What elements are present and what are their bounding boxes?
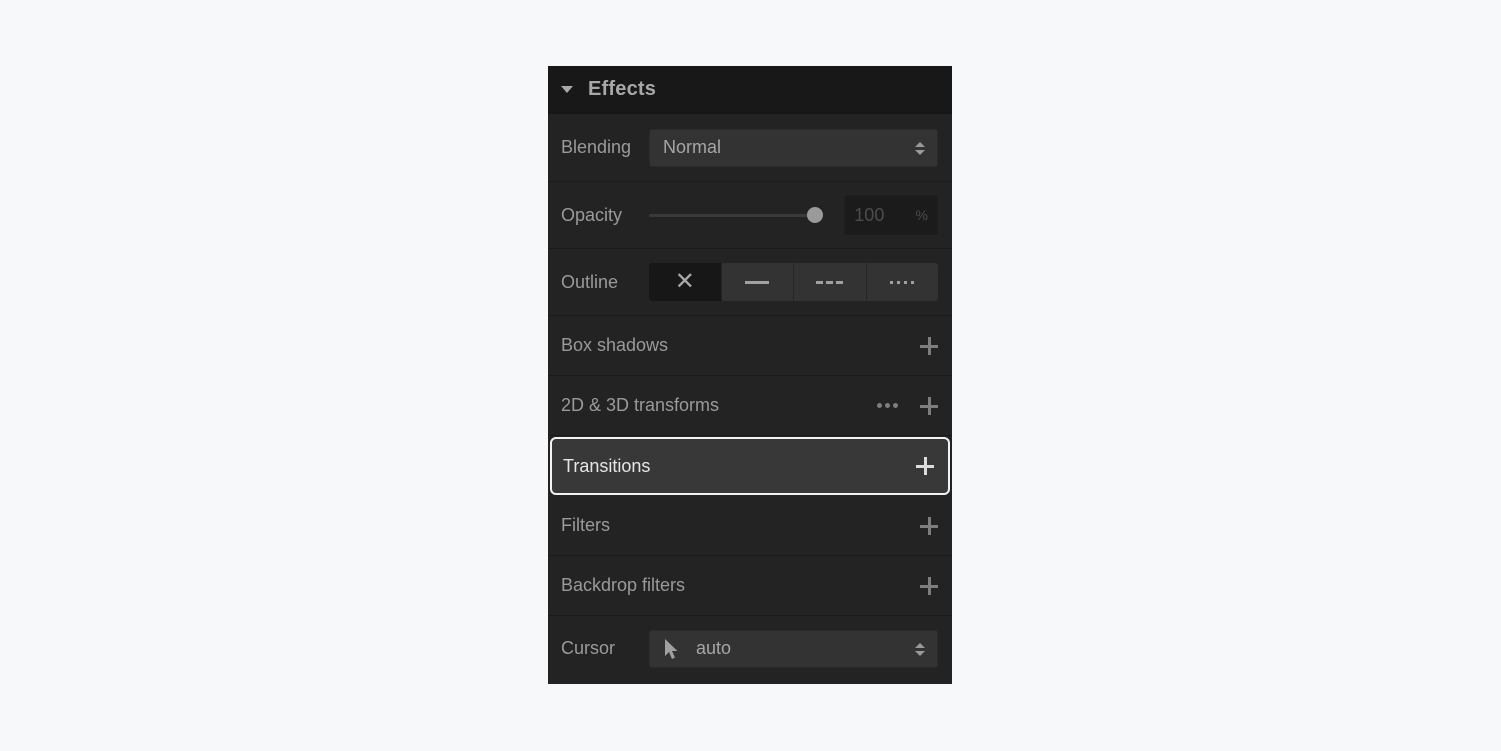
blending-value: Normal (663, 137, 722, 157)
more-icon[interactable] (877, 403, 898, 408)
plus-icon[interactable] (920, 336, 938, 355)
cursor-value: auto (696, 638, 732, 658)
blending-label: Blending (561, 137, 632, 157)
backdrop-filters-row[interactable]: Backdrop filters (548, 556, 952, 616)
opacity-input[interactable]: 100 % (844, 195, 938, 235)
outline-solid-button[interactable] (720, 263, 793, 301)
box-shadows-label: Box shadows (561, 335, 669, 355)
x-icon: ✕ (674, 268, 695, 295)
opacity-value: 100 (854, 204, 885, 225)
transforms-label: 2D & 3D transforms (561, 395, 720, 415)
dashed-line-icon (816, 280, 844, 284)
outline-dotted-button[interactable] (865, 263, 938, 301)
filters-row[interactable]: Filters (548, 496, 952, 556)
opacity-slider[interactable] (649, 206, 824, 224)
section-title: Effects (588, 78, 657, 100)
cursor-row: Cursor auto (548, 616, 952, 681)
outline-label: Outline (561, 271, 619, 292)
solid-line-icon (745, 280, 770, 284)
dotted-line-icon (889, 280, 915, 284)
transforms-row[interactable]: 2D & 3D transforms (548, 376, 952, 436)
pointer-arrow-icon (665, 638, 678, 659)
slider-track[interactable] (649, 214, 824, 217)
box-shadows-row[interactable]: Box shadows (548, 316, 952, 376)
select-arrows-icon (915, 141, 925, 157)
outline-dashed-button[interactable] (793, 263, 866, 301)
opacity-label: Opacity (561, 204, 623, 225)
blending-row: Blending Normal (548, 114, 952, 182)
filters-label: Filters (561, 515, 610, 535)
select-arrows-icon (915, 642, 925, 658)
opacity-row: Opacity 100 % (548, 182, 952, 249)
opacity-unit: % (915, 207, 928, 223)
effects-section-header[interactable]: Effects (548, 66, 952, 114)
transitions-label: Transitions (563, 455, 651, 476)
outline-none-button[interactable]: ✕ (649, 263, 721, 301)
plus-icon[interactable] (920, 576, 938, 595)
outline-row: Outline ✕ (548, 249, 952, 316)
cursor-label: Cursor (561, 638, 616, 658)
plus-icon[interactable] (916, 457, 934, 475)
transitions-row[interactable]: Transitions (550, 437, 950, 495)
backdrop-filters-label: Backdrop filters (561, 575, 686, 595)
slider-thumb[interactable] (807, 207, 823, 223)
plus-icon[interactable] (920, 396, 938, 415)
blending-select[interactable]: Normal (649, 128, 938, 167)
outline-style-toggle: ✕ (649, 263, 938, 301)
effects-panel: Effects Blending Normal Opacity 100 % Ou… (548, 66, 952, 684)
plus-icon[interactable] (920, 516, 938, 535)
caret-down-icon[interactable] (561, 86, 573, 93)
cursor-select[interactable]: auto (649, 629, 938, 668)
